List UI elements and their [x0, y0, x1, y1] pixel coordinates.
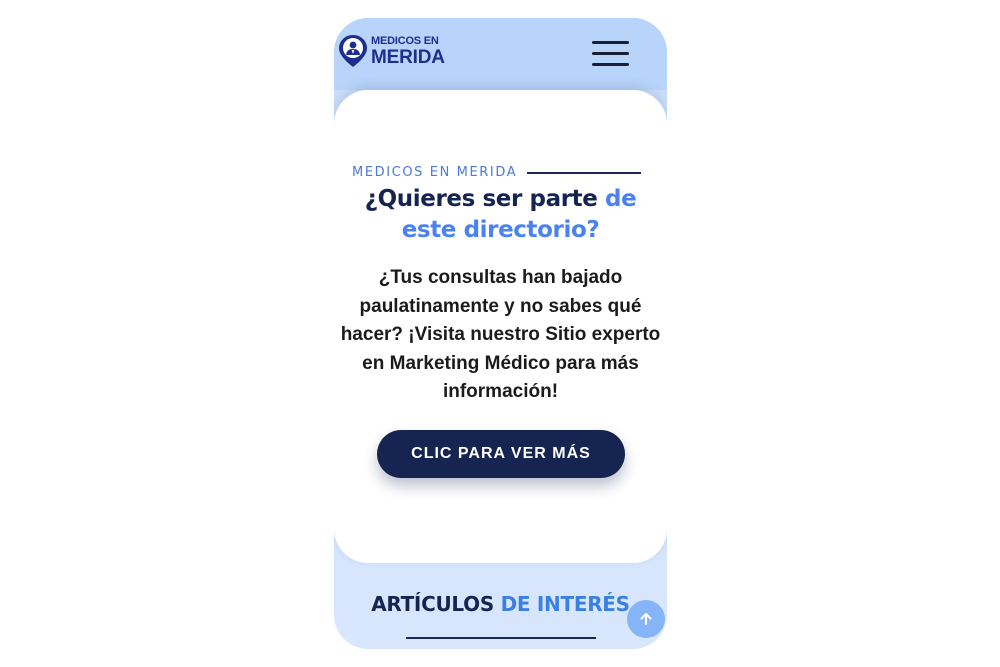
- description-line: paulatinamente y no sabes qué: [359, 295, 642, 317]
- map-pin-logo-icon: [339, 35, 367, 67]
- description-line: hacer? ¡Visita nuestro Sitio experto: [340, 324, 661, 346]
- logo-wordmark: MEDICOS EN MERIDA: [371, 34, 445, 68]
- menu-bar: [592, 41, 629, 44]
- site-header: MEDICOS EN MERIDA: [334, 18, 667, 90]
- eyebrow: MEDICOS EN MERIDA: [352, 165, 642, 180]
- arrow-up-icon: [640, 613, 652, 625]
- eyebrow-divider: [527, 171, 642, 174]
- articles-title-accent: DE INTERÉS: [500, 592, 630, 616]
- mobile-viewport: MEDICOS EN MERIDA MEDICOS EN MERIDA ¿Qui…: [334, 18, 667, 649]
- menu-bar: [592, 63, 629, 66]
- headline-accent-text: este directorio?: [401, 217, 600, 243]
- description-line: en Marketing Médico para más: [362, 352, 639, 374]
- articles-title-text: ARTÍCULOS: [371, 592, 501, 616]
- logo-text-line1: MEDICOS EN: [371, 34, 439, 47]
- see-more-button[interactable]: CLIC PARA VER MÁS: [377, 430, 625, 478]
- hamburger-menu-icon[interactable]: [590, 38, 632, 70]
- description-line: ¿Tus consultas han bajado: [378, 267, 623, 288]
- menu-bar: [592, 52, 629, 55]
- promo-description: ¿Tus consultas han bajado paulatinamente…: [340, 264, 661, 407]
- promo-card: MEDICOS EN MERIDA ¿Quieres ser parte de …: [334, 90, 667, 563]
- articles-section-title: ARTÍCULOS DE INTERÉS: [334, 592, 667, 616]
- headline-accent-text: de: [605, 186, 637, 212]
- description-line: información!: [442, 381, 559, 403]
- articles-divider: [406, 637, 596, 639]
- scroll-to-top-button[interactable]: [627, 600, 665, 638]
- headline-text: ¿Quieres ser parte: [364, 186, 606, 212]
- logo-text-line2: MERIDA: [371, 46, 445, 68]
- promo-headline: ¿Quieres ser parte de este directorio?: [334, 184, 667, 246]
- site-logo[interactable]: MEDICOS EN MERIDA: [338, 34, 445, 68]
- eyebrow-text: MEDICOS EN MERIDA: [352, 165, 518, 180]
